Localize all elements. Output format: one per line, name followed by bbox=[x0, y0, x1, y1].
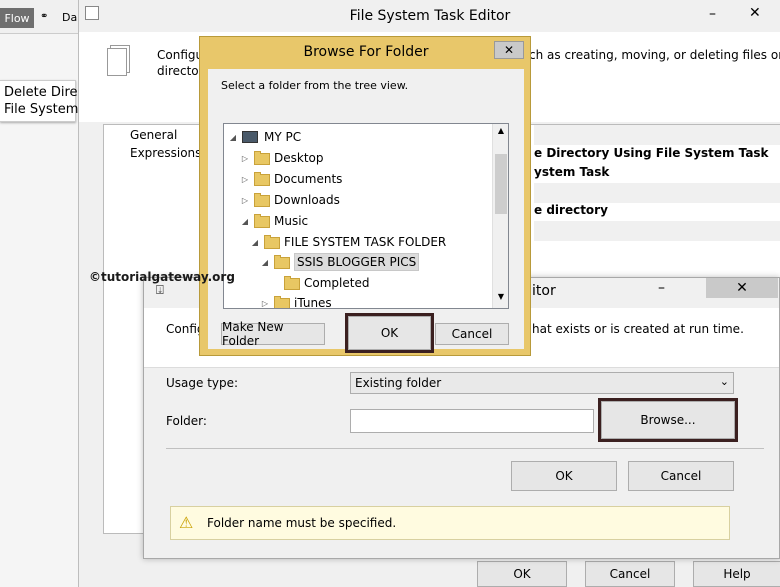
editor-description-line2: director bbox=[157, 64, 204, 78]
folder-icon bbox=[254, 214, 270, 228]
browse-dialog-body: Select a folder from the tree view. ◢ MY… bbox=[208, 69, 524, 353]
folder-icon bbox=[274, 255, 290, 269]
editor-cancel-button[interactable]: Cancel bbox=[585, 561, 675, 587]
people-icon: ⚭ bbox=[40, 11, 49, 22]
folder-input[interactable] bbox=[350, 409, 594, 433]
designer-toolbar: Flow ⚭ Da bbox=[0, 0, 78, 34]
chevron-down-icon: ⌄ bbox=[719, 375, 729, 388]
nav-item-expressions[interactable]: Expressions bbox=[130, 146, 201, 160]
connection-ok-button[interactable]: OK bbox=[511, 461, 617, 491]
folder-icon bbox=[264, 235, 280, 249]
grid-value-operation[interactable]: e directory bbox=[534, 203, 608, 217]
tree-item-documents[interactable]: ▷ Documents bbox=[240, 169, 342, 189]
designer-canvas: Delete Direc File System bbox=[0, 34, 85, 587]
tree-label: FILE SYSTEM TASK FOLDER bbox=[284, 235, 447, 249]
tree-item-music[interactable]: ◢ Music bbox=[240, 211, 308, 231]
tree-label: Music bbox=[274, 214, 309, 228]
connection-close-button[interactable]: ✕ bbox=[706, 278, 778, 298]
folder-icon bbox=[254, 193, 270, 207]
browse-dialog-title: Browse For Folder bbox=[303, 44, 429, 60]
folder-tree[interactable]: ◢ MY PC ▷ Desktop ▷ Documents ▷ Download… bbox=[223, 123, 509, 309]
nav-item-general[interactable]: General bbox=[130, 128, 177, 142]
tree-label: Downloads bbox=[274, 193, 340, 207]
tree-label: iTunes bbox=[294, 296, 332, 309]
browse-button[interactable]: Browse... bbox=[598, 398, 738, 442]
usage-type-select[interactable]: Existing folder ⌄ bbox=[350, 372, 734, 394]
folder-icon bbox=[254, 172, 270, 186]
tree-label: Desktop bbox=[274, 151, 324, 165]
browse-for-folder-dialog: Browse For Folder ✕ Select a folder from… bbox=[199, 36, 531, 356]
expanded-arrow-icon: ◢ bbox=[241, 216, 249, 226]
tree-item-ssis-blogger-pics[interactable]: ◢ SSIS BLOGGER PICS bbox=[260, 252, 420, 272]
warning-bar: ⚠ Folder name must be specified. bbox=[170, 506, 730, 540]
folder-icon bbox=[274, 296, 290, 308]
warning-text: Folder name must be specified. bbox=[207, 516, 397, 530]
task-label-line2: File System bbox=[4, 102, 79, 117]
grid-value-name[interactable]: e Directory Using File System Task bbox=[534, 146, 769, 160]
watermark: ©tutorialgateway.org bbox=[89, 270, 235, 284]
usage-type-label: Usage type: bbox=[166, 376, 239, 390]
connection-minimize-button[interactable]: – bbox=[658, 280, 665, 296]
tree-item-itunes[interactable]: ▷ iTunes bbox=[260, 293, 332, 309]
tree-item-downloads[interactable]: ▷ Downloads bbox=[240, 190, 340, 210]
window-title: File System Task Editor bbox=[349, 8, 511, 24]
minimize-button[interactable]: – bbox=[709, 6, 716, 22]
tree-label-selected: SSIS BLOGGER PICS bbox=[294, 253, 420, 271]
title-bar: File System Task Editor – ✕ bbox=[79, 0, 780, 32]
folder-icon bbox=[284, 276, 300, 290]
tree-label: Documents bbox=[274, 172, 343, 186]
folder-label: Folder: bbox=[166, 414, 207, 428]
expanded-arrow-icon: ◢ bbox=[251, 237, 259, 247]
editor-help-button[interactable]: Help bbox=[693, 561, 780, 587]
editor-description-end: ch as creating, moving, or deleting file… bbox=[529, 48, 780, 62]
connection-description-right: hat exists or is created at run time. bbox=[532, 322, 744, 336]
task-label-line1: Delete Direc bbox=[4, 85, 85, 100]
browse-instruction: Select a folder from the tree view. bbox=[221, 79, 409, 92]
collapsed-arrow-icon: ▷ bbox=[241, 195, 249, 205]
connection-app-icon: ⍗ bbox=[156, 283, 164, 298]
computer-icon bbox=[242, 131, 258, 143]
scrollbar-thumb[interactable] bbox=[495, 154, 507, 214]
expanded-arrow-icon: ◢ bbox=[261, 257, 269, 267]
collapsed-arrow-icon: ▷ bbox=[261, 298, 269, 308]
connection-cancel-button[interactable]: Cancel bbox=[628, 461, 734, 491]
browse-close-button[interactable]: ✕ bbox=[494, 41, 524, 59]
tree-label: MY PC bbox=[264, 130, 302, 144]
scroll-down-arrow-icon[interactable]: ▼ bbox=[493, 292, 508, 301]
task-box[interactable]: Delete Direc File System bbox=[0, 80, 85, 122]
warning-icon: ⚠ bbox=[179, 513, 194, 532]
make-new-folder-button[interactable]: Make New Folder bbox=[221, 320, 325, 348]
connection-editor-title: itor bbox=[532, 283, 556, 299]
tree-scrollbar[interactable]: ▲ ▼ bbox=[492, 124, 508, 308]
tab-data[interactable]: Da bbox=[62, 11, 77, 24]
expanded-arrow-icon: ◢ bbox=[229, 132, 237, 142]
collapsed-arrow-icon: ▷ bbox=[241, 153, 249, 163]
separator-line bbox=[166, 448, 764, 449]
folder-icon bbox=[254, 151, 270, 165]
browse-cancel-button[interactable]: Cancel bbox=[435, 323, 509, 345]
usage-type-value: Existing folder bbox=[355, 376, 442, 390]
property-grid: e Directory Using File System Task ystem… bbox=[534, 125, 780, 245]
tree-item-my-pc[interactable]: ◢ MY PC bbox=[228, 127, 301, 147]
tree-label: Completed bbox=[304, 276, 370, 290]
tree-item-completed[interactable]: Completed bbox=[284, 273, 369, 293]
editor-description-start: Configu bbox=[157, 48, 204, 62]
tree-item-desktop[interactable]: ▷ Desktop bbox=[240, 148, 324, 168]
browse-ok-button[interactable]: OK bbox=[345, 313, 434, 353]
grid-value-description[interactable]: ystem Task bbox=[534, 165, 609, 179]
editor-ok-button[interactable]: OK bbox=[477, 561, 567, 587]
close-button[interactable]: ✕ bbox=[749, 5, 761, 21]
document-icon bbox=[107, 48, 127, 76]
collapsed-arrow-icon: ▷ bbox=[241, 174, 249, 184]
scroll-up-arrow-icon[interactable]: ▲ bbox=[493, 126, 508, 135]
tree-item-file-system-task-folder[interactable]: ◢ FILE SYSTEM TASK FOLDER bbox=[250, 232, 446, 252]
tab-flow[interactable]: Flow bbox=[0, 8, 34, 28]
